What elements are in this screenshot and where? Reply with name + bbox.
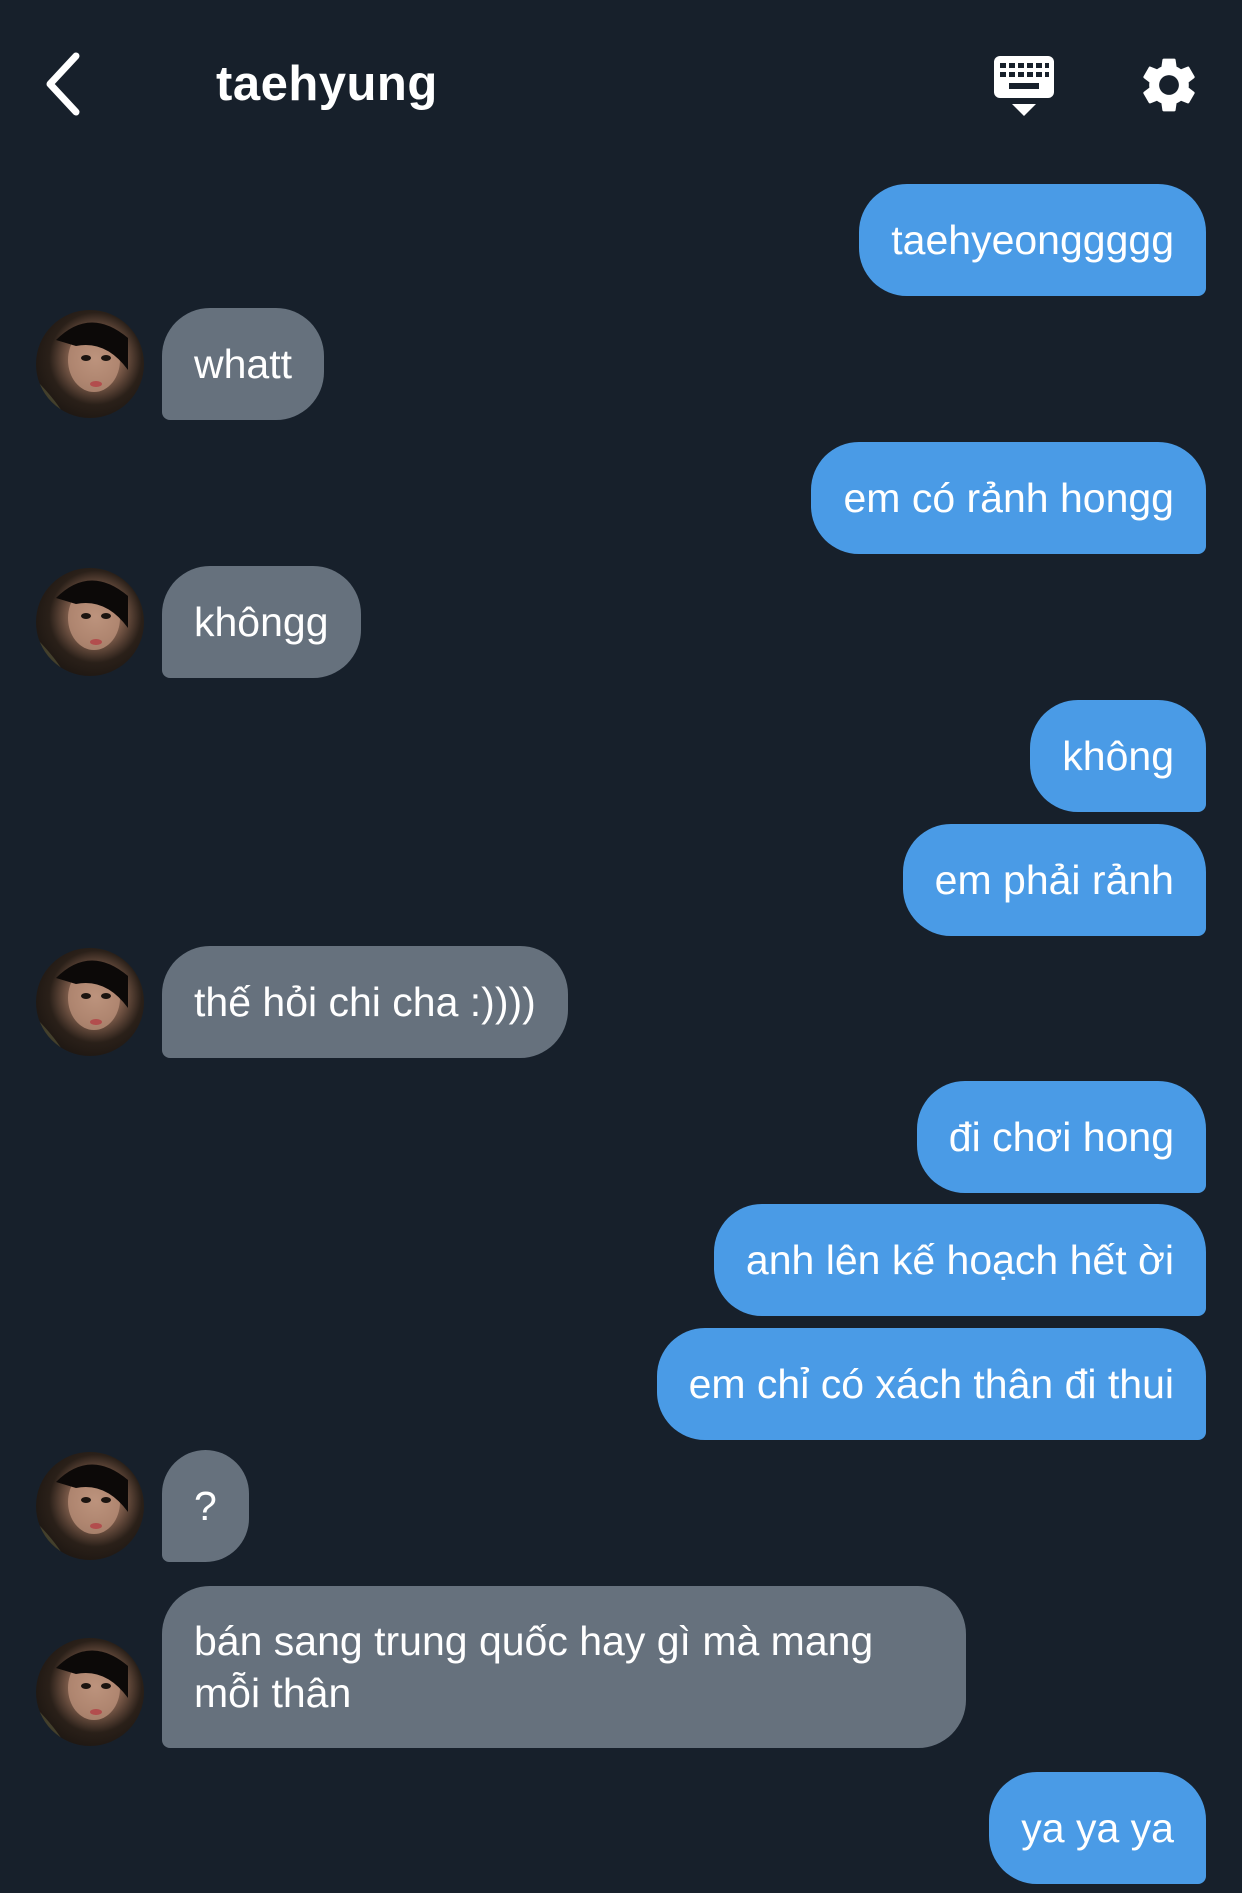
settings-button[interactable] [1136, 52, 1202, 118]
keyboard-icon [994, 56, 1054, 116]
keyboard-button[interactable] [990, 52, 1062, 124]
outgoing-message[interactable]: ya ya ya [989, 1772, 1206, 1884]
incoming-message[interactable]: thế hỏi chi cha :)))) [162, 946, 568, 1058]
gear-icon [1143, 58, 1195, 112]
incoming-message[interactable]: ? [162, 1450, 249, 1562]
outgoing-message[interactable]: anh lên kế hoạch hết ời [713, 1204, 1206, 1316]
incoming-message[interactable]: khôngg [162, 566, 361, 678]
avatar-photo-icon [36, 960, 128, 1056]
back-button[interactable] [40, 48, 92, 120]
avatar-photo-icon [36, 1650, 128, 1746]
outgoing-message[interactable]: đi chơi hong [916, 1081, 1206, 1193]
avatar-photo-icon [36, 322, 128, 418]
chat-header: taehyung [0, 0, 1242, 170]
avatar[interactable] [36, 310, 144, 418]
contact-name: taehyung [216, 57, 438, 111]
avatar[interactable] [36, 1638, 144, 1746]
chevron-left-icon [46, 52, 80, 116]
avatar-photo-icon [36, 1464, 128, 1560]
outgoing-message[interactable]: em phải rảnh [902, 824, 1206, 936]
incoming-message[interactable]: whatt [162, 308, 324, 420]
outgoing-message[interactable]: em có rảnh hongg [811, 442, 1206, 554]
incoming-message[interactable]: bán sang trung quốc hay gì mà mang mỗi t… [162, 1586, 966, 1748]
avatar[interactable] [36, 948, 144, 1056]
avatar[interactable] [36, 1452, 144, 1560]
outgoing-message[interactable]: taehyeonggggg [859, 184, 1206, 296]
avatar[interactable] [36, 568, 144, 676]
avatar-photo-icon [36, 580, 128, 676]
outgoing-message[interactable]: em chỉ có xách thân đi thui [656, 1328, 1206, 1440]
outgoing-message[interactable]: không [1030, 700, 1206, 812]
